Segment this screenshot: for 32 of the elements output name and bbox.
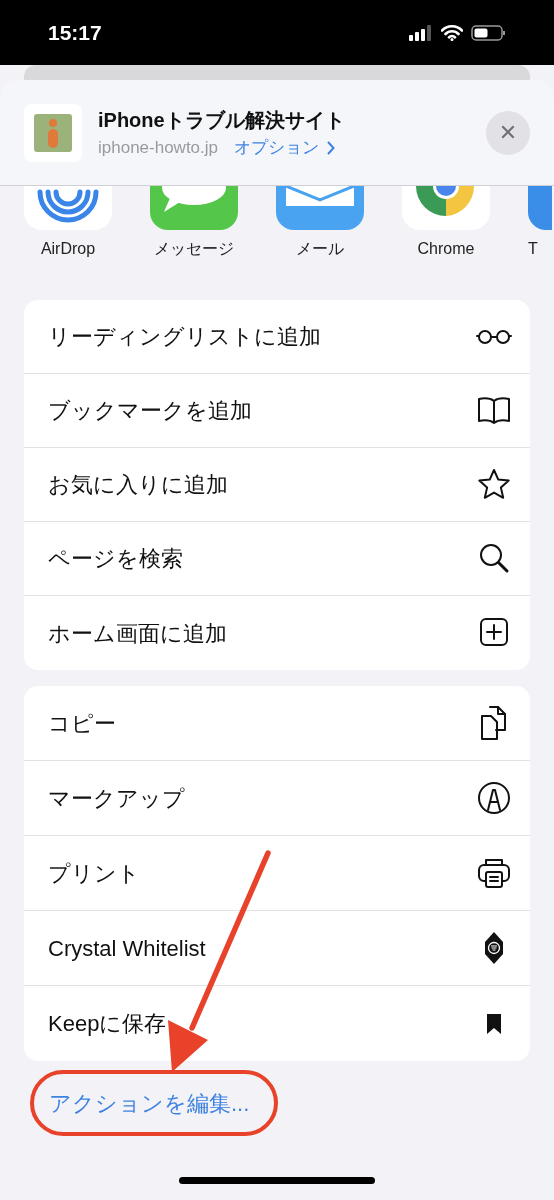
action-row[interactable]: ページを検索 — [24, 522, 530, 596]
glasses-icon — [476, 329, 512, 344]
action-row[interactable]: プリント — [24, 836, 530, 911]
action-row[interactable]: ホーム画面に追加 — [24, 596, 530, 670]
action-row[interactable]: コピー — [24, 686, 530, 761]
markup-pen-icon — [476, 780, 512, 816]
wifi-icon — [441, 24, 463, 41]
app-icon[interactable] — [402, 186, 490, 230]
clock-time: 15:17 — [48, 19, 102, 46]
app-icon[interactable] — [276, 186, 364, 230]
page-title: iPhoneトラブル解決サイト — [98, 107, 346, 133]
app-label: メッセージ — [153, 239, 235, 259]
site-logo-icon — [34, 113, 72, 152]
action-row[interactable]: マークアップ — [24, 761, 530, 836]
app-label: T — [528, 239, 539, 259]
app-icon[interactable] — [528, 186, 552, 230]
app-label: メール — [295, 239, 345, 259]
action-row[interactable]: リーディングリストに追加 — [24, 300, 530, 374]
action-row[interactable]: Keepに保存 — [24, 986, 530, 1061]
app-label: AirDrop — [39, 239, 97, 259]
page-domain: iphone-howto.jp — [98, 136, 219, 159]
chevron-right-icon — [327, 140, 336, 155]
app-icon[interactable] — [24, 186, 112, 230]
signal-icon — [409, 24, 433, 41]
battery-icon — [471, 24, 506, 41]
options-link[interactable]: オプション — [234, 134, 336, 161]
app-label: Chrome — [416, 239, 476, 259]
action-row[interactable]: Crystal Whitelist — [24, 911, 530, 986]
action-row[interactable]: お気に入りに追加 — [24, 448, 530, 522]
action-row[interactable]: ブックマークを追加 — [24, 374, 530, 448]
close-button[interactable]: ✕ — [486, 110, 530, 155]
app-icon[interactable] — [150, 186, 238, 230]
